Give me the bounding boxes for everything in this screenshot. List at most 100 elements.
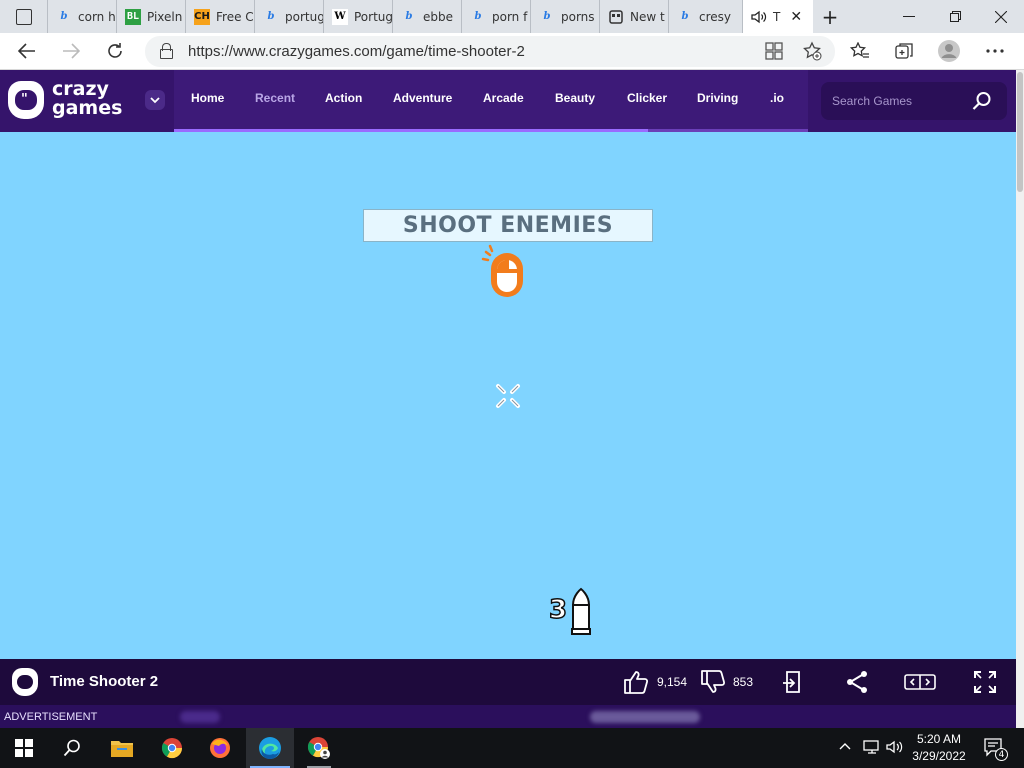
speaker-icon [751, 9, 767, 25]
nav-link-driving[interactable]: Driving [697, 91, 738, 105]
page-scrollbar[interactable] [1016, 70, 1024, 728]
tab-label: Free C [216, 9, 254, 24]
tab-actions-button[interactable] [0, 0, 48, 33]
refresh-button[interactable] [100, 37, 130, 65]
like-icon[interactable] [623, 669, 649, 695]
advertisement-strip: ADVERTISEMENT [0, 705, 1016, 728]
browser-tab[interactable]: b portug [255, 0, 324, 33]
network-icon[interactable] [863, 739, 881, 759]
chrome-profile-icon[interactable] [295, 728, 343, 768]
ammo-count: 3 [548, 594, 568, 626]
new-tab-button[interactable]: + [813, 0, 847, 33]
nav-link-clicker[interactable]: Clicker [627, 91, 667, 105]
game-title: Time Shooter 2 [50, 673, 159, 690]
browser-tab[interactable]: CH Free C [186, 0, 255, 33]
tab-label: New t [630, 9, 665, 24]
back-button[interactable] [12, 37, 42, 65]
chevron-up-icon[interactable] [839, 739, 851, 753]
advertisement-label: ADVERTISEMENT [4, 711, 98, 723]
fullscreen-icon[interactable] [972, 669, 998, 695]
bing-icon: b [267, 11, 275, 22]
profile-avatar[interactable] [934, 37, 964, 65]
search-placeholder: Search Games [832, 94, 913, 108]
like-count: 9,154 [657, 675, 688, 689]
browser-tab[interactable]: b ebbe [393, 0, 462, 33]
dislike-count: 853 [733, 675, 754, 689]
nav-link-action[interactable]: Action [325, 91, 362, 105]
game-toolbar: Time Shooter 2 9,154 853 [0, 659, 1016, 705]
favorites-icon[interactable] [845, 37, 875, 65]
crazygames-logo-icon[interactable] [12, 668, 38, 696]
logo-line-2: games [52, 97, 123, 119]
firefox-icon[interactable] [196, 728, 244, 768]
site-logo[interactable]: crazy games [52, 80, 122, 118]
game-canvas[interactable]: SHOOT ENEMIES 3 [0, 132, 1016, 659]
search-taskbar-icon[interactable] [48, 728, 96, 768]
tab-actions-icon [15, 8, 32, 25]
chevron-down-icon[interactable] [145, 90, 165, 110]
clock-time[interactable]: 5:20 AM [908, 732, 970, 746]
tab-label: porn f [492, 9, 528, 24]
browser-tab[interactable]: b porns [531, 0, 600, 33]
tab-label: portug [285, 9, 324, 24]
instruction-text: SHOOT ENEMIES [402, 213, 614, 238]
report-icon[interactable] [780, 669, 806, 695]
nav-link-io[interactable]: .io [770, 91, 784, 105]
chrome-icon[interactable] [148, 728, 196, 768]
bing-icon: b [681, 11, 689, 22]
tab-label: corn h [78, 9, 116, 24]
add-favorite-icon[interactable] [802, 41, 822, 65]
volume-icon[interactable] [886, 739, 904, 759]
ad-placeholder [180, 711, 220, 723]
theater-mode-icon[interactable] [903, 669, 937, 695]
close-window-button[interactable] [978, 0, 1024, 33]
share-icon[interactable] [844, 669, 870, 695]
start-button[interactable] [0, 728, 48, 768]
bing-icon: b [60, 11, 68, 22]
bing-icon: b [405, 11, 413, 22]
nav-link-adventure[interactable]: Adventure [393, 91, 452, 105]
apps-icon[interactable] [765, 42, 783, 64]
tab-label: Pixeln [147, 9, 183, 24]
search-icon[interactable] [972, 91, 992, 111]
file-explorer-icon[interactable] [98, 728, 146, 768]
lock-icon [160, 43, 173, 59]
ad-placeholder [590, 711, 700, 723]
instruction-banner: SHOOT ENEMIES [363, 209, 653, 242]
url-field[interactable]: https://www.crazygames.com/game/time-sho… [145, 36, 835, 67]
edge-icon[interactable] [246, 728, 294, 768]
browser-tab[interactable]: b corn h [48, 0, 117, 33]
search-input[interactable]: Search Games [821, 82, 1007, 120]
ch-icon: CH [194, 8, 210, 25]
browser-tab[interactable]: b porn f [462, 0, 531, 33]
more-options-icon[interactable] [980, 37, 1010, 65]
nav-link-recent[interactable]: Recent [255, 91, 295, 105]
minimize-button[interactable] [886, 0, 932, 33]
nav-link-home[interactable]: Home [191, 91, 224, 105]
dislike-icon[interactable] [700, 669, 726, 695]
tab-label: Portug [354, 9, 393, 24]
nav-link-arcade[interactable]: Arcade [483, 91, 524, 105]
browser-tab[interactable]: BL Pixeln [117, 0, 186, 33]
browser-tab-active[interactable]: T ✕ [743, 0, 813, 33]
browser-tab-strip: b corn h BL Pixeln CH Free C b portug W … [0, 0, 1024, 33]
browser-tab[interactable]: New t [600, 0, 669, 33]
bing-icon: b [474, 11, 482, 22]
new-tab-icon [608, 9, 624, 25]
tab-label: T [773, 9, 781, 24]
clock-date[interactable]: 3/29/2022 [908, 749, 970, 763]
mouse-click-icon [480, 244, 530, 300]
nav-link-beauty[interactable]: Beauty [555, 91, 595, 105]
crazygames-logo-icon[interactable]: " [8, 81, 44, 119]
collections-icon[interactable] [889, 37, 919, 65]
bullet-icon [570, 587, 592, 637]
forward-button[interactable] [56, 37, 86, 65]
restore-button[interactable] [932, 0, 978, 33]
browser-tab[interactable]: b cresy [669, 0, 743, 33]
close-tab-icon[interactable]: ✕ [790, 9, 802, 25]
windows-taskbar: 5:20 AM 3/29/2022 4 [0, 728, 1024, 768]
browser-tab[interactable]: W Portug [324, 0, 393, 33]
url-text: https://www.crazygames.com/game/time-sho… [188, 43, 525, 60]
notification-count-badge: 4 [995, 748, 1008, 761]
scrollbar-thumb[interactable] [1017, 72, 1023, 192]
